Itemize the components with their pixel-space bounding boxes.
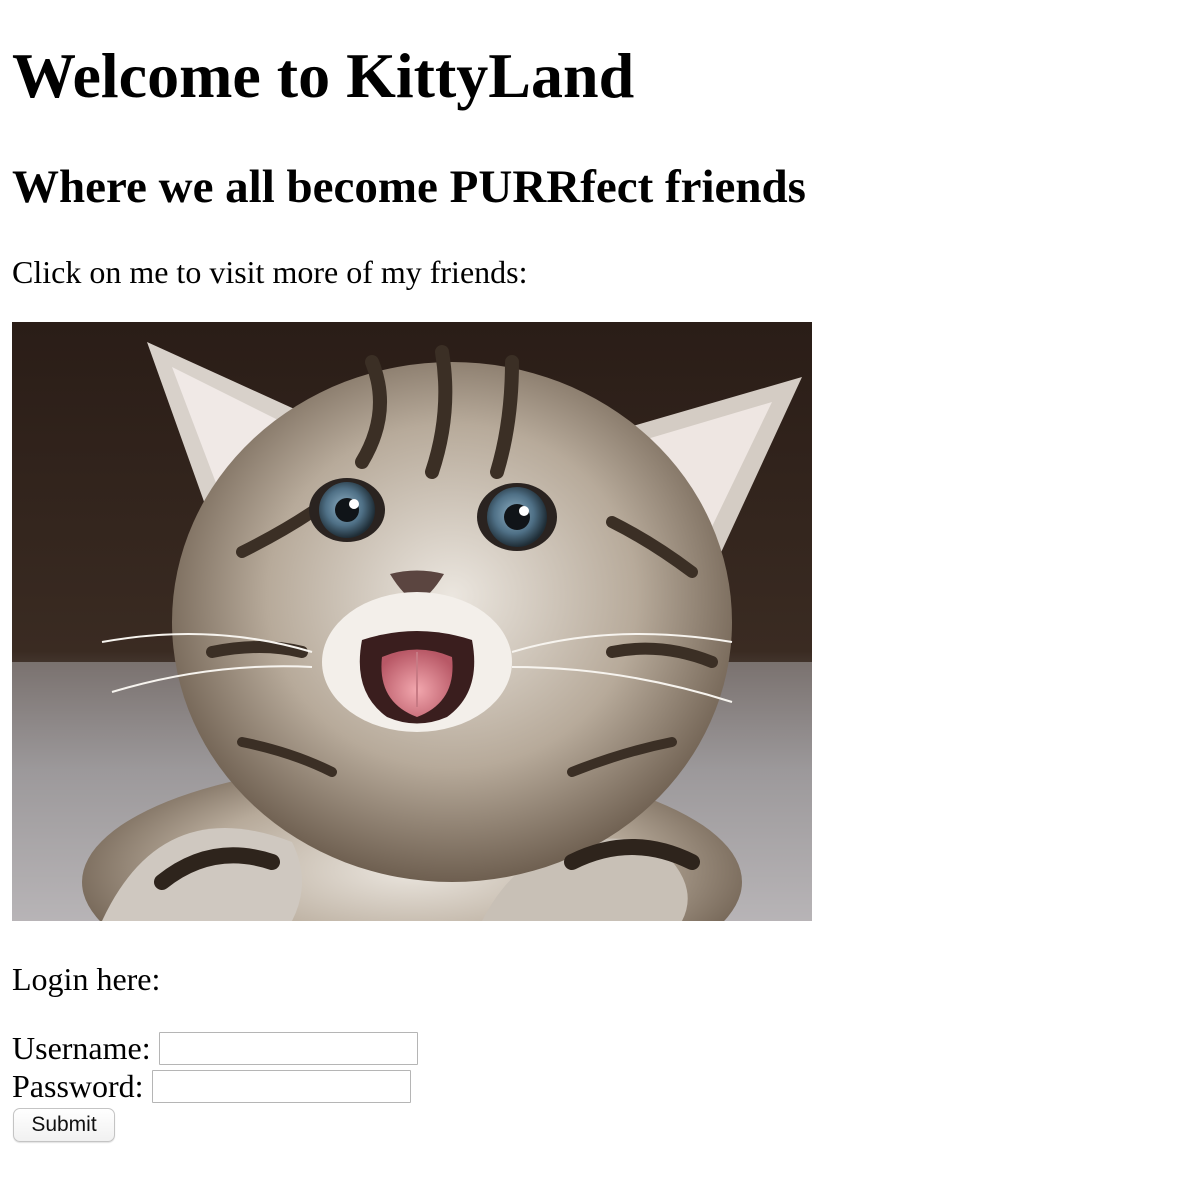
kitten-image <box>12 322 812 921</box>
password-row: Password: <box>12 1067 411 1105</box>
kitten-image-link[interactable] <box>12 322 812 921</box>
submit-button[interactable]: Submit <box>13 1108 115 1142</box>
password-label: Password: <box>12 1068 144 1104</box>
username-label: Username: <box>12 1030 151 1066</box>
password-input[interactable] <box>151 1069 411 1103</box>
username-input[interactable] <box>158 1031 418 1065</box>
login-label: Login here: <box>12 961 161 997</box>
page-subtitle: Where we all become PURRfect friends <box>12 161 806 213</box>
page-title: Welcome to KittyLand <box>12 40 635 111</box>
username-row: Username: <box>12 1029 418 1067</box>
intro-text: Click on me to visit more of my friends: <box>12 254 528 290</box>
